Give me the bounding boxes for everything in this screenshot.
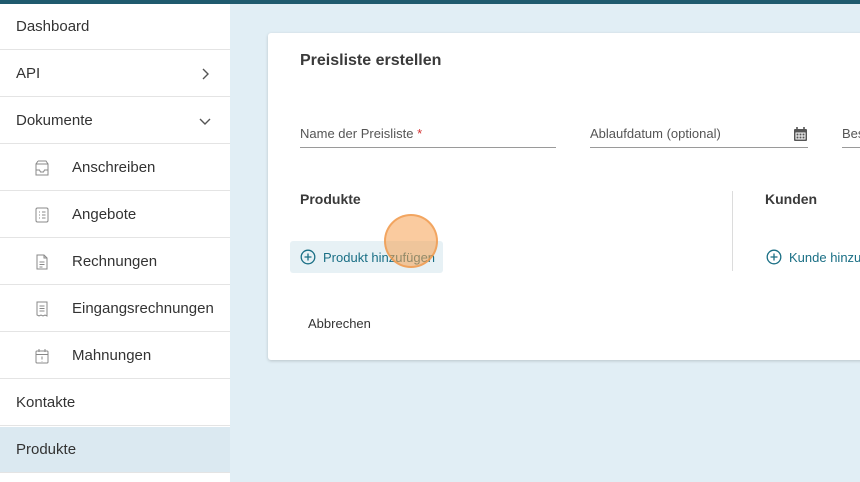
page-title: Preisliste erstellen — [300, 52, 442, 69]
add-customer-button[interactable]: Kunde hinzuf — [756, 241, 860, 273]
sidebar-item-dashboard[interactable]: Dashboard — [0, 4, 230, 50]
third-field[interactable]: Bes — [842, 116, 860, 148]
expiry-date-field[interactable]: Ablaufdatum (optional) — [590, 116, 808, 148]
sidebar-item-label: Produkte — [16, 441, 77, 458]
invoice-icon — [36, 254, 48, 270]
receipt-icon — [36, 301, 48, 317]
sidebar-item-label: Kontakte — [16, 394, 76, 411]
sidebar-item-anschreiben[interactable]: Anschreiben — [0, 145, 230, 191]
sidebar-item-label: Anschreiben — [72, 159, 156, 176]
sidebar-item-label: API — [16, 65, 41, 82]
expiry-date-label: Ablaufdatum (optional) — [590, 126, 721, 141]
add-customer-label: Kunde hinzuf — [789, 249, 860, 265]
add-product-label: Produkt hinzufügen — [323, 249, 436, 265]
calendar-alert-icon — [35, 349, 49, 364]
list-document-icon — [35, 207, 49, 223]
sidebar-item-produkte[interactable]: Produkte — [0, 427, 230, 473]
price-list-name-label: Name der Preisliste * — [300, 126, 423, 141]
add-product-button[interactable]: Produkt hinzufügen — [290, 241, 444, 273]
sidebar-item-label: Angebote — [72, 206, 137, 223]
price-list-name-field[interactable]: Name der Preisliste * — [300, 116, 556, 148]
sidebar-item-rechnungen[interactable]: Rechnungen — [0, 239, 230, 285]
sidebar-item-label: Dashboard — [16, 18, 90, 35]
sidebar-item-mahnungen[interactable]: Mahnungen — [0, 333, 230, 379]
customers-section-title: Kunden — [765, 191, 818, 207]
calendar-icon[interactable] — [793, 126, 808, 142]
sidebar-item-dokumente[interactable]: Dokumente — [0, 98, 230, 144]
sidebar-item-label: Mahnungen — [72, 347, 152, 364]
products-section-title: Produkte — [300, 191, 361, 207]
cancel-button[interactable]: Abbrechen — [308, 316, 371, 331]
chevron-down-icon — [199, 118, 211, 125]
sidebar-item-angebote[interactable]: Angebote — [0, 192, 230, 238]
sidebar-item-kontakte[interactable]: Kontakte — [0, 380, 230, 426]
sidebar-item-label: Eingangsrechnungen — [72, 300, 214, 317]
letter-tray-icon — [35, 160, 49, 176]
plus-circle-icon — [766, 249, 782, 265]
price-list-form-card: Preisliste erstellen Name der Preisliste… — [268, 33, 860, 360]
sidebar: Dashboard API Dokumente Anschreiben Ange… — [0, 4, 230, 482]
chevron-right-icon — [202, 68, 209, 80]
plus-circle-icon — [300, 249, 316, 265]
sidebar-item-api[interactable]: API — [0, 51, 230, 97]
required-mark: * — [417, 126, 423, 141]
section-divider — [732, 191, 733, 271]
third-field-label: Bes — [842, 126, 860, 141]
sidebar-item-label: Dokumente — [16, 112, 93, 129]
sidebar-item-label: Rechnungen — [72, 253, 158, 270]
sidebar-item-eingangsrechnungen[interactable]: Eingangsrechnungen — [0, 286, 230, 332]
